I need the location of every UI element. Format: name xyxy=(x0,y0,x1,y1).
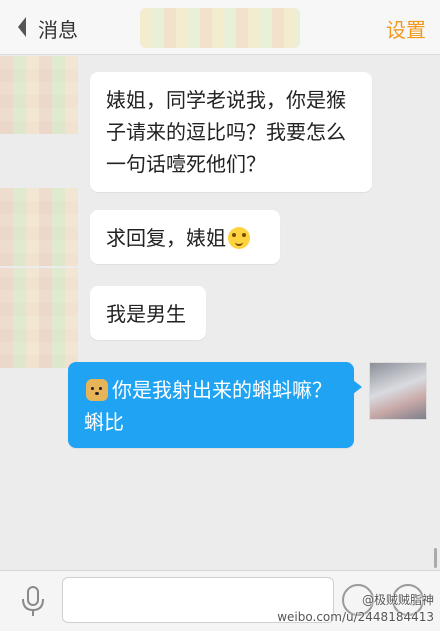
message-text: 我是男生 xyxy=(106,302,186,326)
message-text: 求回复，婊姐 xyxy=(106,226,226,250)
my-message-bubble[interactable]: 你是我射出来的蝌蚪嘛？蝌比 xyxy=(68,362,362,448)
my-avatar[interactable] xyxy=(369,362,427,420)
conversation-title-blurred xyxy=(140,8,300,48)
contact-avatar[interactable] xyxy=(0,268,78,368)
message-text: 婊姐，同学老说我，你是猴子请来的逗比吗？我要怎么一句话噎死他们？ xyxy=(106,88,346,176)
back-label[interactable]: 消息 xyxy=(38,14,78,43)
message-bubble[interactable]: 求回复，婊姐 xyxy=(90,210,280,264)
message-text: 你是我射出来的蝌蚪嘛？蝌比 xyxy=(84,378,332,434)
microphone-icon[interactable] xyxy=(18,585,48,617)
contact-avatar[interactable] xyxy=(0,56,78,134)
chat-header: 消息 设置 xyxy=(0,0,440,55)
settings-button[interactable]: 设置 xyxy=(386,14,426,43)
doge-icon xyxy=(86,379,108,401)
message-bubble[interactable]: 我是男生 xyxy=(90,286,206,340)
message-bubble[interactable]: 婊姐，同学老说我，你是猴子请来的逗比吗？我要怎么一句话噎死他们？ xyxy=(90,72,372,192)
back-arrow-icon[interactable] xyxy=(10,14,36,40)
scrollbar[interactable] xyxy=(434,548,437,568)
watermark-handle: @极贼贼脂神 xyxy=(361,593,434,607)
blush-icon xyxy=(228,227,250,249)
watermark: @极贼贼脂神 weibo.com/u/2448184413 xyxy=(277,592,434,626)
watermark-url: weibo.com/u/2448184413 xyxy=(277,610,434,624)
contact-avatar[interactable] xyxy=(0,188,78,266)
